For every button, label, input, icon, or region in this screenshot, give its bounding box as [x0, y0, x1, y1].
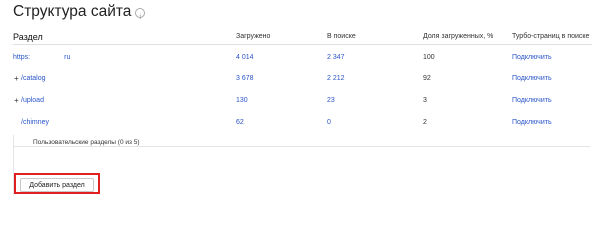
table-row: /chimney 62 0 2 Подключить [0, 116, 600, 130]
page-title-text: Структура сайта [13, 3, 132, 20]
section-link[interactable]: /upload [21, 94, 44, 108]
share-value: 100 [423, 54, 435, 61]
turbo-connect-link[interactable]: Подключить [512, 51, 552, 65]
section-link[interactable]: /catalog [21, 72, 46, 86]
share-value: 3 [423, 97, 427, 104]
turbo-connect-link[interactable]: Подключить [512, 94, 552, 108]
turbo-connect-link[interactable]: Подключить [512, 116, 552, 130]
loaded-count[interactable]: 62 [236, 116, 244, 130]
custom-sections-divider [13, 146, 590, 148]
table-row: + /catalog 3 678 2 212 92 Подключить [0, 72, 600, 86]
share-value: 2 [423, 119, 427, 126]
section-link[interactable]: /chimney [21, 116, 49, 130]
column-header-turbo[interactable]: Турбо-страниц в поиске [512, 29, 589, 45]
in-search-count[interactable]: 0 [327, 116, 331, 130]
table-row: + /upload 130 23 3 Подключить [0, 94, 600, 108]
custom-sections-legend: Пользовательские разделы (0 из 5) [31, 139, 142, 146]
share-value: 92 [423, 75, 431, 82]
info-icon[interactable] [135, 7, 146, 27]
column-header-section[interactable]: Раздел [13, 29, 43, 45]
expand-toggle[interactable]: + [14, 94, 19, 108]
loaded-count[interactable]: 4 014 [236, 51, 254, 65]
column-header-loaded[interactable]: Загружено [236, 29, 270, 45]
in-search-count[interactable]: 2 347 [327, 51, 345, 65]
column-header-share[interactable]: Доля загруженных, % [423, 29, 493, 45]
loaded-count[interactable]: 3 678 [236, 72, 254, 86]
table-row: https: ru 4 014 2 347 100 Подключить [0, 51, 600, 65]
add-section-highlight: Добавить раздел [14, 173, 100, 194]
turbo-connect-link[interactable]: Подключить [512, 72, 552, 86]
column-header-in-search[interactable]: В поиске [327, 29, 356, 45]
in-search-count[interactable]: 2 212 [327, 72, 345, 86]
redacted-domain [30, 52, 64, 59]
page-title: Структура сайта [13, 2, 146, 27]
add-section-button[interactable]: Добавить раздел [20, 178, 94, 192]
section-link[interactable]: https: ru [13, 51, 70, 65]
loaded-count[interactable]: 130 [236, 94, 248, 108]
header-divider [13, 44, 592, 45]
in-search-count[interactable]: 23 [327, 94, 335, 108]
expand-toggle[interactable]: + [14, 72, 19, 86]
